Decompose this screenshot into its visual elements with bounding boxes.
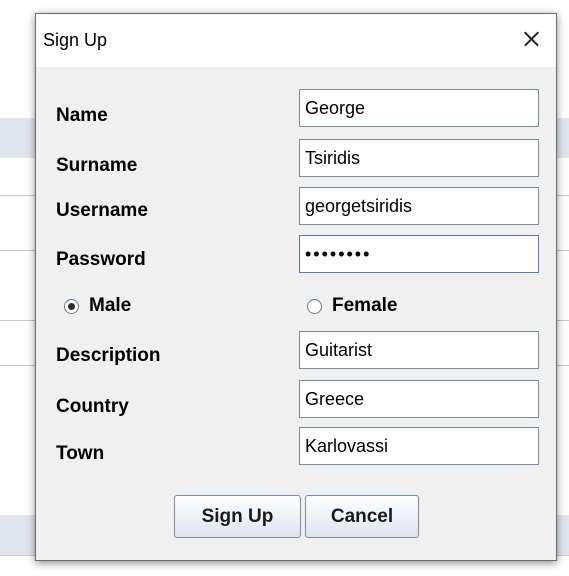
dialog-titlebar: Sign Up — [36, 14, 556, 67]
password-field[interactable] — [299, 235, 539, 273]
close-icon[interactable] — [516, 24, 546, 54]
password-label: Password — [56, 249, 146, 270]
cancel-button[interactable]: Cancel — [305, 495, 419, 538]
country-field[interactable] — [299, 380, 539, 418]
username-label: Username — [56, 200, 148, 221]
female-radio-label: Female — [332, 295, 398, 316]
town-label: Town — [56, 443, 105, 464]
surname-field[interactable] — [299, 139, 539, 177]
name-label: Name — [56, 105, 108, 126]
description-field[interactable] — [299, 331, 539, 369]
radio-unselected-icon — [307, 298, 322, 314]
sign-up-button[interactable]: Sign Up — [174, 495, 301, 538]
name-field[interactable] — [299, 89, 539, 127]
female-radio[interactable]: Female — [307, 295, 397, 317]
description-label: Description — [56, 345, 161, 366]
male-radio-label: Male — [89, 295, 132, 316]
male-radio[interactable]: Male — [64, 295, 131, 317]
country-label: Country — [56, 396, 129, 417]
town-field[interactable] — [299, 427, 539, 465]
sign-up-dialog: Sign Up Name Surname Username Password M… — [35, 13, 557, 561]
surname-label: Surname — [56, 155, 138, 176]
dialog-title: Sign Up — [43, 30, 108, 50]
radio-selected-icon — [64, 298, 79, 314]
username-field[interactable] — [299, 187, 539, 225]
